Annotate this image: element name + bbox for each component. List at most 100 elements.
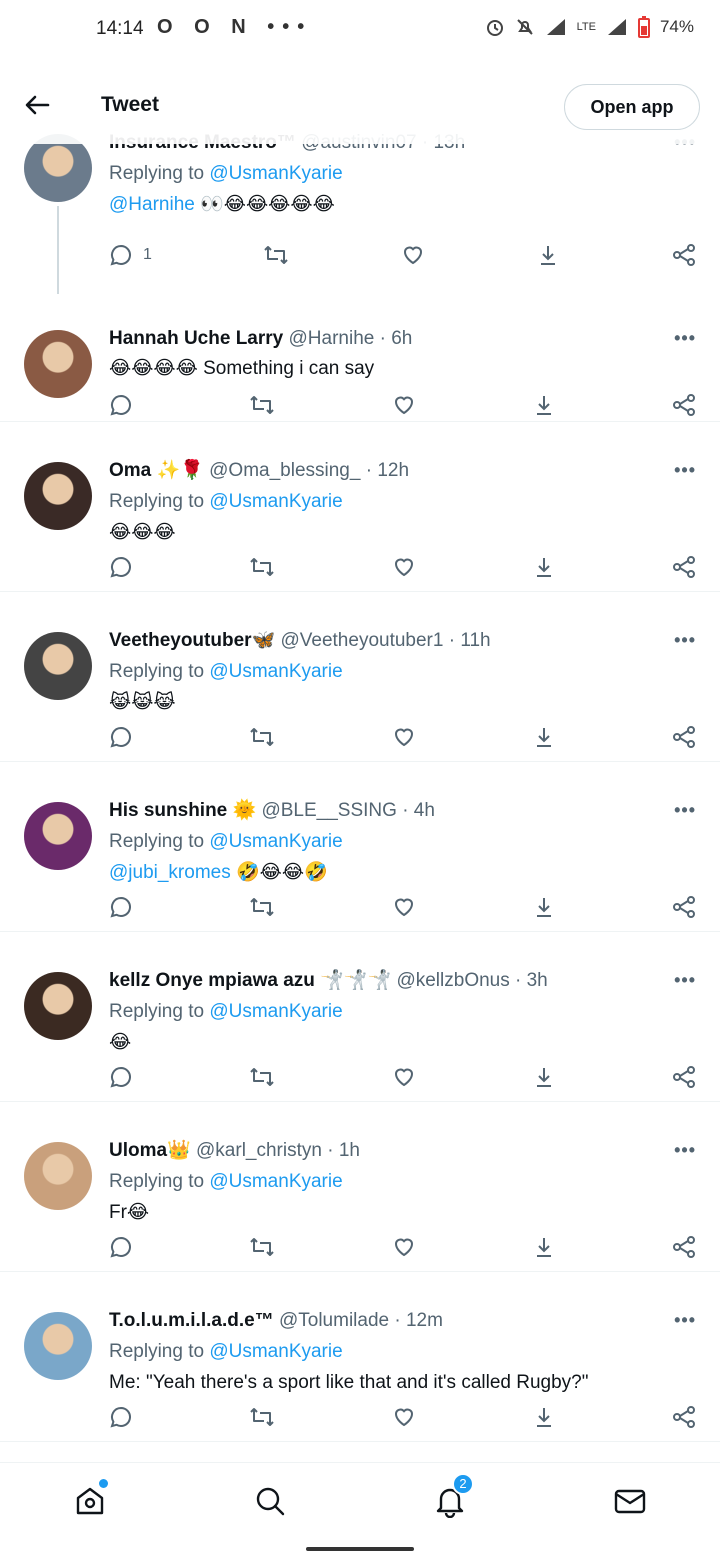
avatar[interactable] [24,972,92,1040]
reply-tweet[interactable]: Oma ✨🌹 @Oma_blessing_ · 12h Replying to @… [0,422,720,592]
handle-time: @Tolumilade · 12m [278,1310,443,1331]
like-button[interactable] [392,555,416,579]
display-name[interactable]: kellz Onye mpiawa azu 🤺🤺🤺 [109,970,391,991]
handle-time: @Oma_blessing_ · 12h [209,460,410,481]
share-button[interactable] [672,243,696,267]
more-options-button[interactable]: ••• [674,800,696,821]
more-options-button[interactable]: ••• [674,328,696,349]
open-app-button[interactable]: Open app [564,84,700,130]
reply-tweet[interactable]: Insurance Maestro™ @austinvin07 · 13hRep… [0,130,720,294]
retweet-button[interactable] [249,1065,275,1089]
save-button[interactable] [532,1065,556,1089]
tab-search[interactable] [240,1471,300,1531]
display-name[interactable]: Hannah Uche Larry [109,328,283,349]
avatar[interactable] [24,330,92,398]
avatar[interactable] [24,134,92,202]
save-button[interactable] [532,555,556,579]
handle-time: @karl_christyn · 1h [196,1140,360,1161]
reply-button[interactable] [109,393,133,417]
reply-button[interactable] [109,895,133,919]
replying-to-link[interactable]: @UsmanKyarie [209,491,342,512]
retweet-button[interactable] [249,1405,275,1429]
replying-to-link[interactable]: @UsmanKyarie [209,661,342,682]
share-button[interactable] [672,725,696,749]
more-options-button[interactable]: ••• [674,630,696,651]
reply-count: 1 [143,246,152,263]
retweet-button[interactable] [249,895,275,919]
share-button[interactable] [672,393,696,417]
like-button[interactable] [392,1065,416,1089]
tab-notifications[interactable]: 2 [420,1471,480,1531]
like-button[interactable] [401,243,425,267]
download-icon [532,725,556,749]
signal-icon [546,19,565,35]
replying-to: Replying to @UsmanKyarie [109,163,343,184]
reply-button[interactable] [109,1405,133,1429]
more-options-button[interactable]: ••• [674,460,696,481]
save-button[interactable] [532,393,556,417]
avatar[interactable] [24,462,92,530]
battery-icon [637,16,650,38]
retweet-icon [263,243,289,267]
share-button[interactable] [672,1405,696,1429]
retweet-button[interactable] [249,393,275,417]
more-options-button[interactable]: ••• [674,1310,696,1331]
retweet-button[interactable] [249,555,275,579]
share-button[interactable] [672,1235,696,1259]
back-arrow-icon[interactable] [22,90,52,120]
replying-to-link[interactable]: @UsmanKyarie [209,1171,342,1192]
save-button[interactable] [532,1405,556,1429]
reply-button[interactable]: 1 [109,243,152,267]
tab-home[interactable] [60,1471,120,1531]
tweet-header: Oma ✨🌹 @Oma_blessing_ · 12h [109,458,696,484]
save-button[interactable] [532,725,556,749]
retweet-icon [249,725,275,749]
heart-icon [392,393,416,417]
reply-tweet[interactable]: His sunshine 🌞 @BLE__SSING · 4h Replying … [0,762,720,932]
display-name[interactable]: Oma ✨🌹 [109,460,204,481]
share-button[interactable] [672,555,696,579]
avatar[interactable] [24,802,92,870]
like-button[interactable] [392,393,416,417]
reply-tweet[interactable]: Veetheyoutuber🦋 @Veetheyoutuber1 · 11h Re… [0,592,720,762]
reply-tweet[interactable]: kellz Onye mpiawa azu 🤺🤺🤺 @kellzbOnus · … [0,932,720,1102]
tweet-actions [109,892,696,922]
like-button[interactable] [392,725,416,749]
replying-to-link[interactable]: @UsmanKyarie [209,831,342,852]
more-options-button[interactable]: ••• [674,970,696,991]
display-name[interactable]: Veetheyoutuber🦋 [109,630,275,651]
reply-tweet[interactable]: T.o.l.u.m.i.l.a.d.e™ @Tolumilade · 12m Re… [0,1272,720,1442]
save-button[interactable] [532,1235,556,1259]
like-button[interactable] [392,895,416,919]
retweet-button[interactable] [249,725,275,749]
retweet-button[interactable] [249,1235,275,1259]
more-options-button[interactable]: ••• [674,1140,696,1161]
avatar[interactable] [24,1142,92,1210]
display-name[interactable]: His sunshine 🌞 [109,800,256,821]
tab-messages[interactable] [600,1471,660,1531]
avatar[interactable] [24,1312,92,1380]
retweet-button[interactable] [263,243,289,267]
reply-button[interactable] [109,1235,133,1259]
home-gesture-pill[interactable] [306,1547,414,1551]
avatar[interactable] [24,632,92,700]
reply-button[interactable] [109,555,133,579]
display-name[interactable]: T.o.l.u.m.i.l.a.d.e™ [109,1310,274,1331]
reply-tweet[interactable]: Hannah Uche Larry @Harnihe · 6h 😂😂😂😂 Some… [0,290,720,422]
replying-to-link[interactable]: @UsmanKyarie [209,163,342,184]
save-button[interactable] [532,895,556,919]
share-button[interactable] [672,895,696,919]
share-icon [672,555,696,579]
replying-to-link[interactable]: @UsmanKyarie [209,1001,342,1022]
mention-link[interactable]: @Harnihe [109,194,195,215]
reply-button[interactable] [109,1065,133,1089]
like-button[interactable] [392,1235,416,1259]
like-button[interactable] [392,1405,416,1429]
reply-button[interactable] [109,725,133,749]
replying-to-link[interactable]: @UsmanKyarie [209,1341,342,1362]
reply-tweet[interactable]: Uloma👑 @karl_christyn · 1h Replying to @U… [0,1102,720,1272]
save-button[interactable] [536,243,560,267]
share-button[interactable] [672,1065,696,1089]
display-name[interactable]: Uloma👑 [109,1140,191,1161]
mention-link[interactable]: @jubi_kromes [109,862,231,883]
